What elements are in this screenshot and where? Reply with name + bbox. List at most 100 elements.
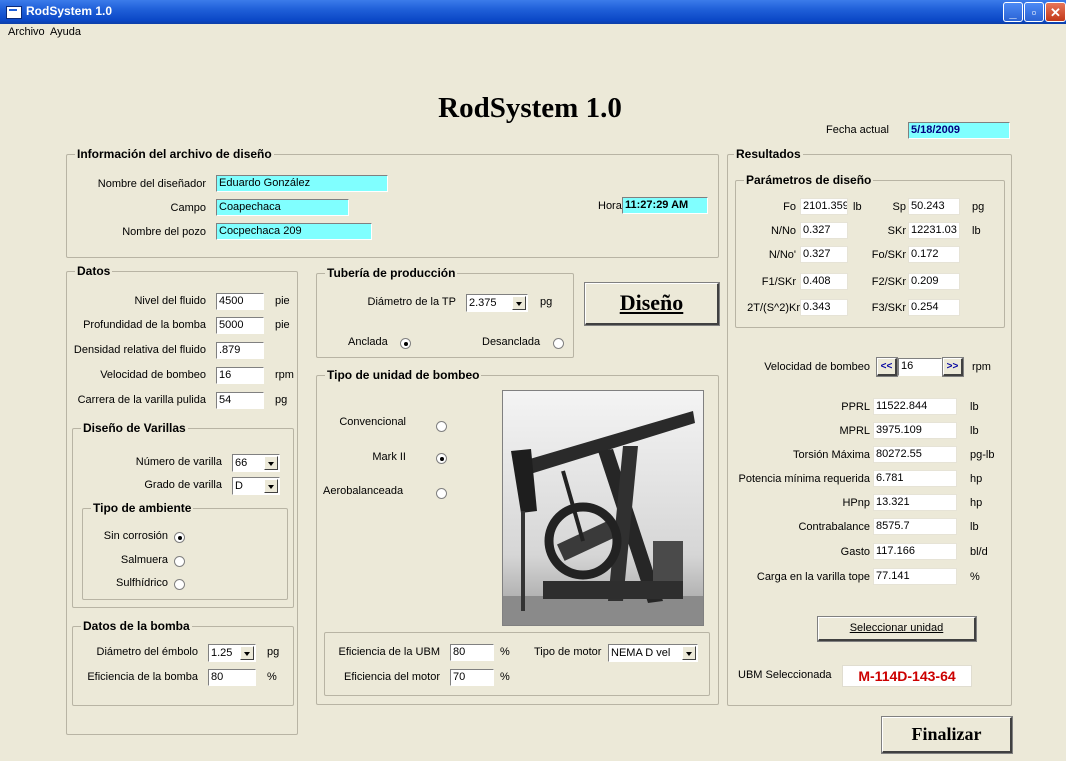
campo-label: Campo xyxy=(170,202,206,214)
potencia-unit: hp xyxy=(970,473,983,485)
diametro-tp-unit: pg xyxy=(540,296,553,308)
profundidad-field[interactable]: 5000 xyxy=(216,317,264,334)
eficiencia-ubm-field[interactable]: 80 xyxy=(450,644,494,661)
densidad-field[interactable]: .879 xyxy=(216,342,264,359)
maximize-button[interactable]: ▫ xyxy=(1024,2,1044,22)
hora-label: Hora xyxy=(598,200,622,212)
param-value: 0.343 xyxy=(800,299,848,316)
grado-select[interactable]: D xyxy=(232,477,280,495)
chevron-down-icon[interactable] xyxy=(240,646,254,660)
velocidad-res-field[interactable]: 16 xyxy=(898,358,942,376)
sulfhidrico-label: Sulfhídrico xyxy=(116,577,168,589)
chevron-down-icon[interactable] xyxy=(264,479,278,493)
hora-field: 11:27:29 AM xyxy=(622,197,708,214)
numero-select[interactable]: 66 xyxy=(232,454,280,472)
carrera-unit: pg xyxy=(275,394,288,406)
chevron-down-icon[interactable] xyxy=(264,456,278,470)
diametro-tp-select[interactable]: 2.375 xyxy=(466,294,528,312)
param-label: N/No xyxy=(770,225,796,237)
pump-jack-picture xyxy=(503,411,703,625)
window-title: RodSystem 1.0 xyxy=(26,4,113,18)
gasto-unit: bl/d xyxy=(970,546,988,558)
param-label: F3/SKr xyxy=(871,302,906,314)
convencional-radio[interactable] xyxy=(436,421,447,432)
param-label: Fo/SKr xyxy=(871,249,906,261)
parametros-group-title: Parámetros de diseño xyxy=(744,173,874,187)
nivel-field[interactable]: 4500 xyxy=(216,293,264,310)
designer-label: Nombre del diseñador xyxy=(97,178,206,190)
carga-value: 77.141 xyxy=(873,568,957,585)
param-label: Sp xyxy=(892,201,906,213)
param-unit: pg xyxy=(972,201,985,213)
velocidad-field[interactable]: 16 xyxy=(216,367,264,384)
seleccionar-unidad-button[interactable]: Seleccionar unidad xyxy=(817,616,977,642)
eficiencia-motor-field[interactable]: 70 xyxy=(450,669,494,686)
eficiencia-motor-unit: % xyxy=(500,671,510,683)
nivel-label: Nivel del fluido xyxy=(134,295,206,307)
velocidad-next-button[interactable]: >> xyxy=(942,357,964,377)
diametro-embolo-label: Diámetro del émbolo xyxy=(96,646,199,658)
contrabalance-value: 8575.7 xyxy=(873,518,957,535)
diametro-embolo-select[interactable]: 1.25 xyxy=(208,644,256,662)
aerobalanceada-radio[interactable] xyxy=(436,488,447,499)
tipo-motor-select[interactable]: NEMA D vel xyxy=(608,644,698,662)
anclada-radio[interactable] xyxy=(400,338,411,349)
close-button[interactable]: ✕ xyxy=(1045,2,1066,22)
pozo-label: Nombre del pozo xyxy=(122,226,206,238)
salmuera-label: Salmuera xyxy=(120,554,168,566)
velocidad-unit: rpm xyxy=(275,369,294,381)
param-label: SKr xyxy=(887,225,906,237)
carrera-field[interactable]: 54 xyxy=(216,392,264,409)
param-value: 0.254 xyxy=(908,299,960,316)
campo-field[interactable]: Coapechaca xyxy=(216,199,349,216)
eficiencia-bomba-field[interactable]: 80 xyxy=(208,669,256,686)
desanclada-radio[interactable] xyxy=(553,338,564,349)
contrabalance-unit: lb xyxy=(970,521,979,533)
menu-ayuda[interactable]: Ayuda xyxy=(50,26,81,38)
finalizar-button[interactable]: Finalizar xyxy=(881,716,1013,754)
minimize-button[interactable]: _ xyxy=(1003,2,1023,22)
mark-ii-radio[interactable] xyxy=(436,453,447,464)
gasto-label: Gasto xyxy=(840,546,870,558)
param-label: F1/SKr xyxy=(761,276,796,288)
torsion-label: Torsión Máxima xyxy=(792,449,870,461)
ubm-label: UBM Seleccionada xyxy=(738,669,832,681)
pozo-field[interactable]: Cocpechaca 209 xyxy=(216,223,372,240)
chevron-down-icon[interactable] xyxy=(682,646,696,660)
sulfhidrico-radio[interactable] xyxy=(174,579,185,590)
diametro-tp-label: Diámetro de la TP xyxy=(367,296,456,308)
velocidad-prev-button[interactable]: << xyxy=(876,357,898,377)
grado-label: Grado de varilla xyxy=(144,479,222,491)
sin-corrosion-radio[interactable] xyxy=(174,532,185,543)
convencional-label: Convencional xyxy=(339,416,406,428)
param-label: F2/SKr xyxy=(871,276,906,288)
hpnp-unit: hp xyxy=(970,497,983,509)
numero-value: 66 xyxy=(235,457,248,469)
torsion-unit: pg-lb xyxy=(970,449,995,461)
hpnp-value: 13.321 xyxy=(873,494,957,511)
diseno-button[interactable]: Diseño xyxy=(584,282,720,326)
param-value: 0.172 xyxy=(908,246,960,263)
menu-archivo[interactable]: Archivo xyxy=(8,26,45,38)
diametro-embolo-value: 1.25 xyxy=(211,647,233,659)
torsion-value: 80272.55 xyxy=(873,446,957,463)
carga-unit: % xyxy=(970,571,980,583)
unidad-group-title: Tipo de unidad de bombeo xyxy=(325,368,482,382)
param-unit: lb xyxy=(972,225,981,237)
gasto-value: 117.166 xyxy=(873,543,957,560)
mark-ii-label: Mark II xyxy=(372,451,406,463)
seleccionar-unidad-label: Seleccionar unidad xyxy=(849,622,944,634)
eficiencia-ubm-unit: % xyxy=(500,646,510,658)
densidad-label: Densidad relativa del fluido xyxy=(73,344,206,356)
designer-field[interactable]: Eduardo González xyxy=(216,175,388,192)
chevron-down-icon[interactable] xyxy=(512,296,526,310)
ambiente-group-title: Tipo de ambiente xyxy=(91,501,194,515)
velocidad-res-label: Velocidad de bombeo xyxy=(764,361,870,373)
pprl-value: 11522.844 xyxy=(873,398,957,415)
contrabalance-label: Contrabalance xyxy=(798,521,870,533)
nivel-unit: pie xyxy=(275,295,290,307)
mprl-value: 3975.109 xyxy=(873,422,957,439)
title-bar[interactable]: RodSystem 1.0 _ ▫ ✕ xyxy=(0,0,1066,24)
salmuera-radio[interactable] xyxy=(174,556,185,567)
tuberia-group-title: Tubería de producción xyxy=(325,266,458,280)
